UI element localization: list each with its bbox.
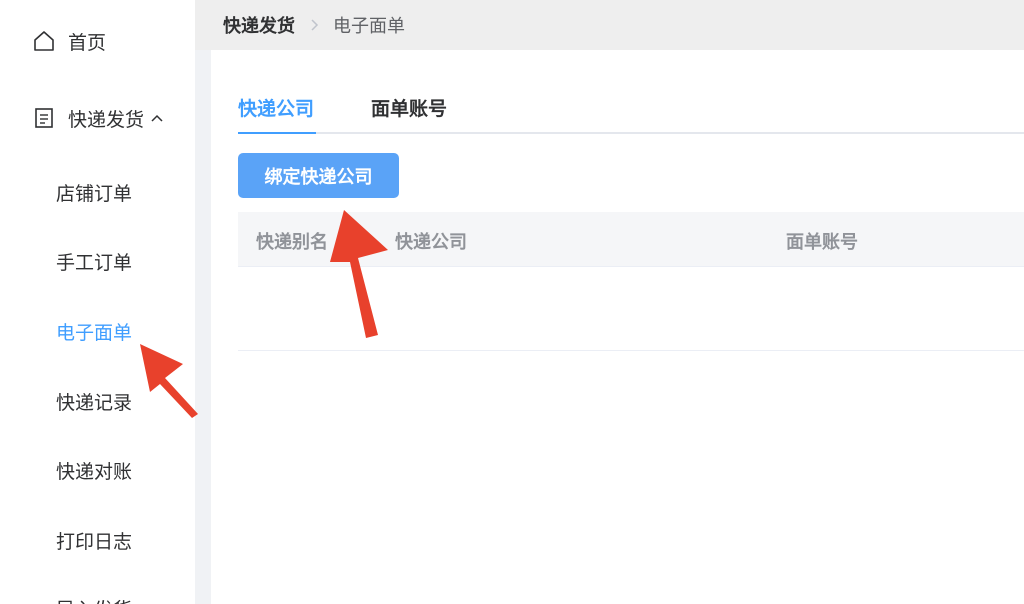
sidebar-item-reconciliation[interactable]: 快递对账 <box>0 450 195 490</box>
sidebar: 首页 快递发货 店铺订单 手工订单 电子面单 快递记录 快递对账 打印日志 导入… <box>0 0 195 604</box>
breadcrumb-parent[interactable]: 快递发货 <box>223 12 295 38</box>
document-icon <box>33 107 55 129</box>
sidebar-item-label: 快递对账 <box>56 460 133 483</box>
column-header-alias: 快递别名 <box>256 232 328 253</box>
sidebar-item-label: 导入发货 <box>56 595 132 604</box>
sidebar-item-home[interactable]: 首页 <box>0 21 195 61</box>
sidebar-item-manual-orders[interactable]: 手工订单 <box>0 241 195 281</box>
column-header-account: 面单账号 <box>786 232 858 253</box>
sidebar-item-shipping[interactable]: 快递发货 <box>0 98 195 138</box>
sidebar-item-import-shipping[interactable]: 导入发货 <box>0 588 195 604</box>
breadcrumb: 快递发货 电子面单 <box>195 0 1024 50</box>
content-card: 快递公司 面单账号 绑定快递公司 快递别名 快递公司 面单账号 <box>211 50 1024 604</box>
table-body <box>238 267 1024 351</box>
sidebar-item-print-log[interactable]: 打印日志 <box>0 520 195 560</box>
sidebar-item-store-orders[interactable]: 店铺订单 <box>0 172 195 212</box>
tab-bar: 快递公司 面单账号 <box>238 86 1024 134</box>
chevron-up-icon <box>150 113 164 123</box>
sidebar-item-label: 快递发货 <box>68 108 145 131</box>
chevron-right-icon <box>309 18 319 32</box>
sidebar-item-label: 打印日志 <box>56 530 133 553</box>
sidebar-item-e-waybill[interactable]: 电子面单 <box>0 311 195 351</box>
sidebar-item-label: 首页 <box>68 31 107 54</box>
tab-waybill-account[interactable]: 面单账号 <box>371 94 447 121</box>
sidebar-item-label: 手工订单 <box>56 251 133 274</box>
table-header: 快递别名 快递公司 面单账号 <box>238 212 1024 267</box>
sidebar-item-label: 快递记录 <box>56 391 133 414</box>
breadcrumb-current: 电子面单 <box>333 16 405 37</box>
tab-divider <box>238 132 1024 134</box>
sidebar-item-shipping-records[interactable]: 快递记录 <box>0 381 195 421</box>
tab-express-company[interactable]: 快递公司 <box>238 94 314 121</box>
sidebar-item-label: 店铺订单 <box>56 182 133 205</box>
bind-express-company-button[interactable]: 绑定快递公司 <box>238 153 399 198</box>
tab-active-indicator <box>238 132 316 134</box>
express-table: 快递别名 快递公司 面单账号 <box>238 212 1024 351</box>
home-icon <box>33 30 55 52</box>
column-header-company: 快递公司 <box>395 232 467 253</box>
sidebar-item-label: 电子面单 <box>56 321 133 344</box>
